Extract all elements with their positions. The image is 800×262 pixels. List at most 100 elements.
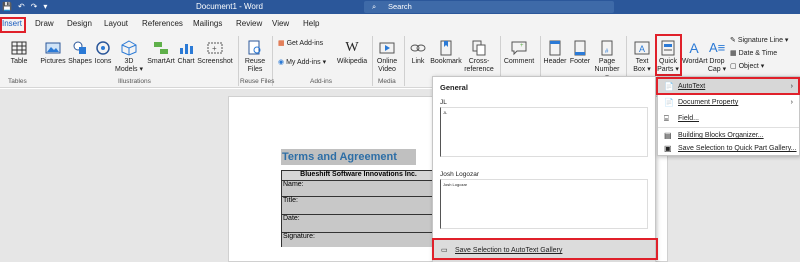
- title-field[interactable]: Title:: [281, 197, 435, 215]
- tab-references[interactable]: References: [142, 19, 183, 28]
- drop-cap-button[interactable]: A≡ Drop Cap ▾: [706, 40, 728, 74]
- menu-item-document-property[interactable]: 📄 Document Property ›: [658, 95, 799, 111]
- search-placeholder: Search: [388, 2, 412, 11]
- cube-icon: [121, 40, 137, 56]
- svg-text:+: +: [212, 44, 217, 53]
- bookmark-icon: [440, 40, 452, 56]
- svg-text:+: +: [520, 43, 524, 49]
- 3d-models-button[interactable]: 3D Models ▾: [114, 40, 144, 74]
- name-field[interactable]: Name:: [281, 181, 435, 197]
- document-property-icon: 📄: [664, 98, 674, 107]
- addins-icon: ◉: [278, 59, 285, 66]
- bookmark-button[interactable]: Bookmark: [430, 40, 462, 66]
- group-tables: Tables: [8, 78, 27, 85]
- group-illustrations: Illustrations: [118, 78, 151, 85]
- calendar-icon: ▦: [730, 50, 737, 57]
- customize-qat-icon[interactable]: ▾: [43, 2, 47, 11]
- smartart-button[interactable]: SmartArt: [146, 40, 176, 66]
- object-icon: ▢: [730, 63, 737, 70]
- undo-icon[interactable]: ↶: [18, 2, 25, 11]
- svg-text:#: #: [605, 49, 609, 55]
- tab-help[interactable]: Help: [303, 19, 319, 28]
- wordart-button[interactable]: A WordArt: [682, 40, 708, 66]
- object-button[interactable]: ▢ Object ▾: [730, 63, 800, 71]
- cross-reference-button[interactable]: Cross-reference: [462, 40, 496, 74]
- get-addins-button[interactable]: ▦ Get Add-ins: [278, 40, 338, 48]
- date-time-button[interactable]: ▦ Date & Time: [730, 50, 800, 58]
- redo-icon[interactable]: ↷: [31, 2, 38, 11]
- icons-icon: [96, 41, 110, 55]
- save-icon[interactable]: 💾: [2, 2, 12, 11]
- ribbon-tabs: Insert Draw Design Layout References Mai…: [0, 14, 800, 34]
- signature-field[interactable]: Signature:: [281, 233, 435, 247]
- menu-item-field[interactable]: ⌸ Field...: [658, 111, 799, 127]
- video-icon: [379, 42, 395, 54]
- tab-view[interactable]: View: [272, 19, 289, 28]
- comment-button[interactable]: + Comment: [502, 40, 536, 66]
- field-icon: ⌸: [664, 114, 669, 123]
- signature-table[interactable]: Blueshift Software Innovations Inc. Name…: [281, 170, 435, 247]
- autotext-entry-jl[interactable]: JL: [440, 107, 648, 157]
- text-box-icon: A: [634, 41, 650, 55]
- cross-reference-icon: [472, 40, 486, 56]
- wordart-icon: A: [689, 40, 699, 56]
- online-video-button[interactable]: Online Video: [374, 40, 400, 74]
- save-autotext-highlight: [432, 238, 658, 260]
- store-icon: ▦: [278, 40, 285, 47]
- header-icon: [549, 40, 561, 56]
- tab-review[interactable]: Review: [236, 19, 262, 28]
- footer-icon: [574, 40, 586, 56]
- submenu-arrow-icon: ›: [790, 99, 793, 106]
- search-icon: ⌕: [372, 2, 377, 11]
- autotext-entry-label: JL: [440, 99, 447, 106]
- pictures-button[interactable]: Pictures: [40, 40, 66, 66]
- chart-button[interactable]: Chart: [176, 40, 196, 66]
- wikipedia-button[interactable]: W Wikipedia: [336, 40, 368, 66]
- header-button[interactable]: Header: [542, 40, 568, 66]
- text-box-button[interactable]: A Text Box ▾: [630, 40, 654, 74]
- company-cell[interactable]: Blueshift Software Innovations Inc.: [281, 170, 435, 181]
- autotext-gallery: General JL JL Josh Logozar Josh Logozar …: [432, 76, 656, 262]
- save-quick-part-icon: ▣: [664, 144, 672, 153]
- wikipedia-icon: W: [345, 40, 359, 55]
- drop-cap-icon: A≡: [709, 40, 726, 55]
- pictures-icon: [45, 42, 61, 54]
- tab-layout[interactable]: Layout: [104, 19, 128, 28]
- link-icon: [410, 44, 426, 52]
- signature-icon: ✎: [730, 37, 736, 44]
- menu-item-save-to-quick-part[interactable]: ▣ Save Selection to Quick Part Gallery..…: [658, 141, 799, 157]
- autotext-entry-josh-logozar[interactable]: Josh Logozar: [440, 179, 648, 229]
- tab-design[interactable]: Design: [67, 19, 92, 28]
- group-reuse-files: Reuse Files: [240, 78, 275, 85]
- quick-access-toolbar: 💾 ↶ ↷ ▾: [2, 2, 47, 11]
- reuse-files-button[interactable]: Reuse Files: [242, 40, 268, 74]
- date-field[interactable]: Date:: [281, 215, 435, 233]
- autotext-entry-label: Josh Logozar: [440, 171, 480, 178]
- link-button[interactable]: Link: [408, 40, 428, 66]
- my-addins-button[interactable]: ◉ My Add-ins ▾: [278, 59, 338, 67]
- page-number-icon: #: [601, 40, 613, 56]
- insert-tab-highlight: [0, 17, 26, 33]
- autotext-highlight: [656, 77, 800, 95]
- smartart-icon: [154, 42, 168, 54]
- tab-draw[interactable]: Draw: [35, 19, 54, 28]
- chart-icon: [180, 44, 193, 54]
- title-bar: 💾 ↶ ↷ ▾ Document1 - Word ⌕ Search: [0, 0, 800, 14]
- group-media: Media: [378, 78, 396, 85]
- shapes-button[interactable]: Shapes: [68, 40, 92, 66]
- document-title: Document1 - Word: [196, 2, 263, 11]
- signature-line-button[interactable]: ✎ Signature Line ▾: [730, 37, 800, 45]
- footer-button[interactable]: Footer: [568, 40, 592, 66]
- search-box[interactable]: ⌕ Search: [364, 1, 614, 13]
- icons-button[interactable]: Icons: [92, 40, 114, 66]
- reuse-files-icon: [248, 40, 261, 55]
- screenshot-icon: +: [207, 42, 223, 54]
- group-addins: Add-ins: [310, 78, 333, 85]
- table-button[interactable]: Table: [6, 40, 32, 66]
- tab-mailings[interactable]: Mailings: [193, 19, 222, 28]
- screenshot-button[interactable]: + Screenshot: [197, 40, 233, 66]
- quick-parts-highlight: [655, 34, 682, 76]
- table-icon: [11, 41, 27, 55]
- document-heading[interactable]: Terms and Agreement: [281, 149, 416, 165]
- shapes-icon: [73, 41, 86, 54]
